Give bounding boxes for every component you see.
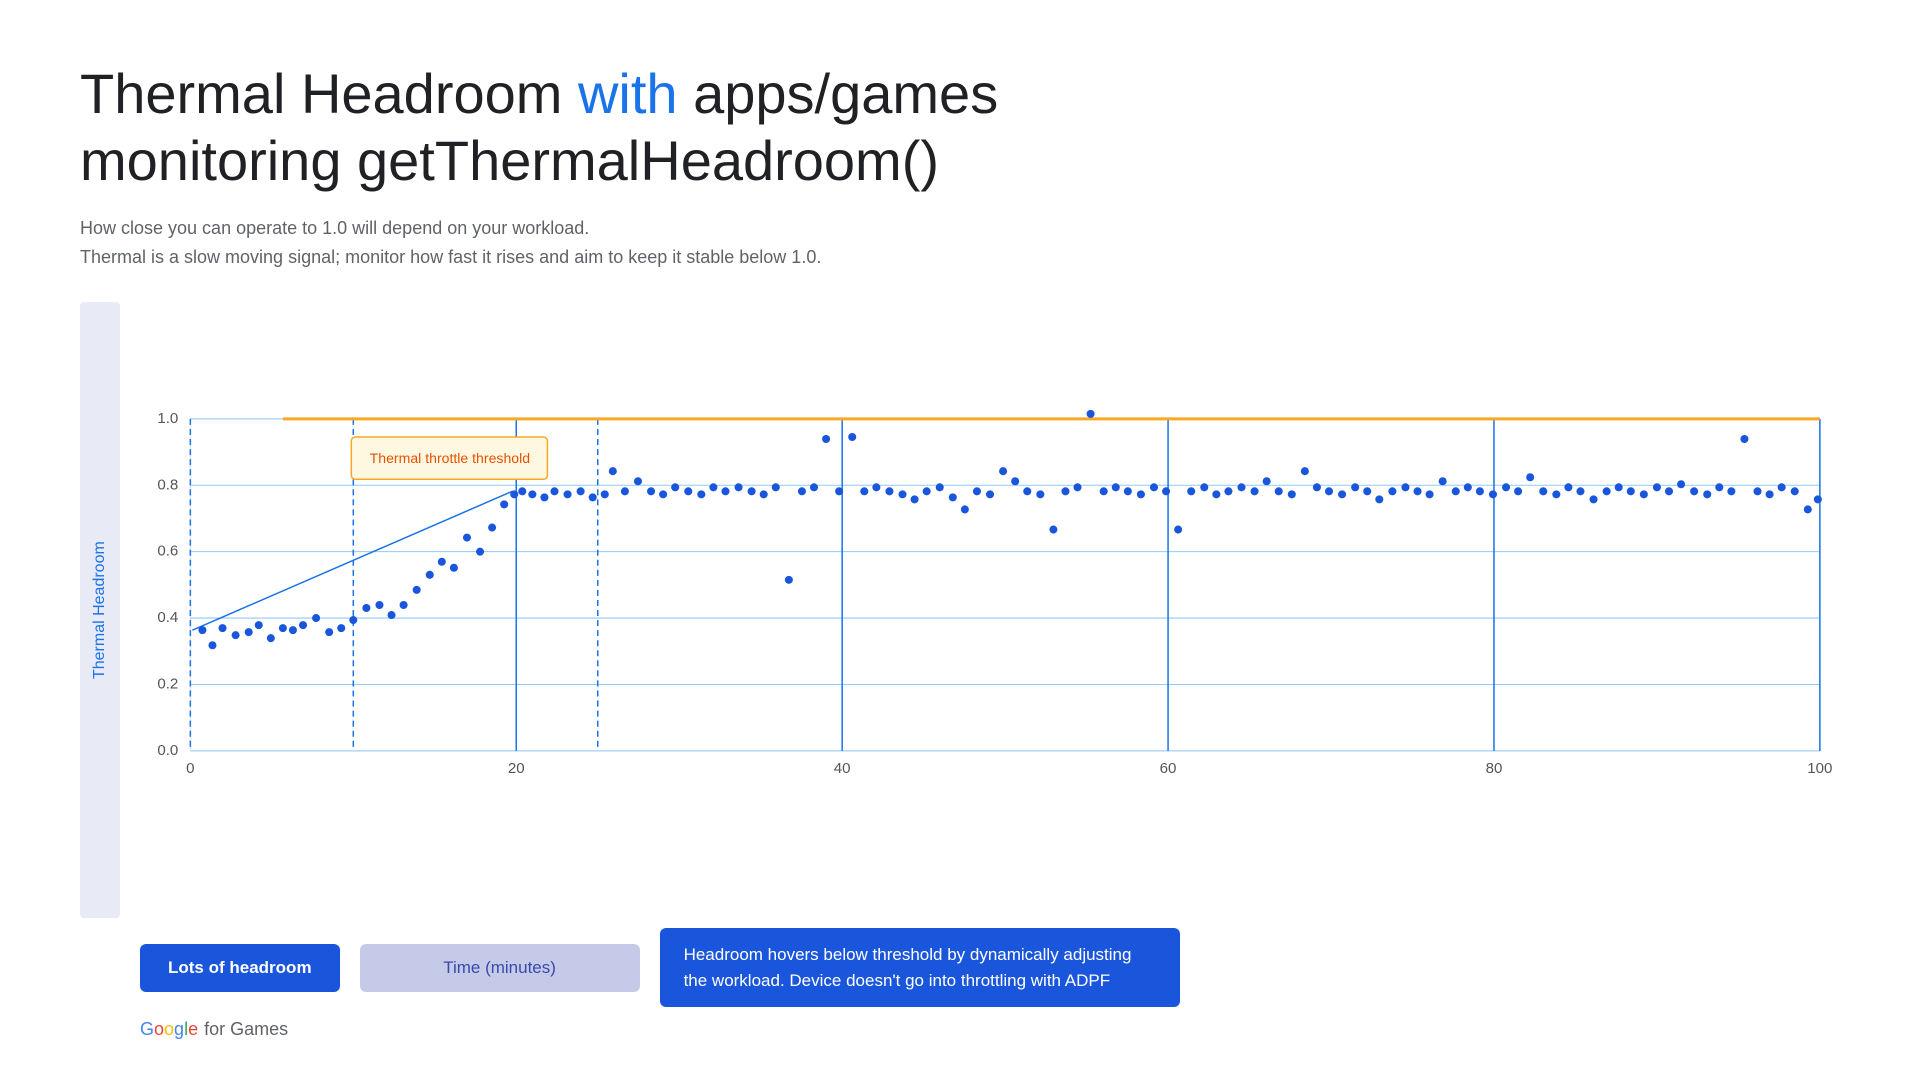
page-title: Thermal Headroom with apps/games monitor… xyxy=(80,60,1840,194)
subtitle-line1: How close you can operate to 1.0 will de… xyxy=(80,214,1840,243)
svg-text:0.6: 0.6 xyxy=(157,543,178,560)
title-part2: apps/games xyxy=(678,62,999,125)
title-part1: Thermal Headroom xyxy=(80,62,578,125)
svg-text:60: 60 xyxy=(1160,760,1177,777)
subtitle: How close you can operate to 1.0 will de… xyxy=(80,214,1840,272)
svg-text:20: 20 xyxy=(508,760,525,777)
chart-wrapper: Thermal Headroom xyxy=(80,302,1840,918)
google-text: Google xyxy=(140,1019,198,1040)
svg-text:0.4: 0.4 xyxy=(157,609,178,626)
svg-text:80: 80 xyxy=(1486,760,1503,777)
svg-text:40: 40 xyxy=(834,760,851,777)
chart-svg: 1.0 0.8 0.6 0.4 0.2 0.0 0 20 40 60 80 10… xyxy=(130,302,1840,918)
svg-text:Thermal throttle threshold: Thermal throttle threshold xyxy=(370,450,530,466)
time-minutes-label: Time (minutes) xyxy=(360,944,640,992)
title-line2: monitoring getThermalHeadroom() xyxy=(80,129,939,192)
svg-text:1.0: 1.0 xyxy=(157,410,178,427)
lots-headroom-label: Lots of headroom xyxy=(140,944,340,992)
svg-text:0: 0 xyxy=(186,760,194,777)
for-games-text: for Games xyxy=(204,1019,288,1040)
google-logo: Google for Games xyxy=(80,1019,1840,1040)
svg-text:100: 100 xyxy=(1807,760,1832,777)
headroom-desc-label: Headroom hovers below threshold by dynam… xyxy=(660,928,1180,1007)
chart-inner: 1.0 0.8 0.6 0.4 0.2 0.0 0 20 40 60 80 10… xyxy=(130,302,1840,918)
page-container: Thermal Headroom with apps/games monitor… xyxy=(0,0,1920,1080)
y-axis-label: Thermal Headroom xyxy=(80,302,120,918)
svg-text:0.8: 0.8 xyxy=(157,476,178,493)
svg-text:0.0: 0.0 xyxy=(157,742,178,759)
svg-text:0.2: 0.2 xyxy=(157,675,178,692)
subtitle-line2: Thermal is a slow moving signal; monitor… xyxy=(80,243,1840,272)
bottom-section: Lots of headroom Time (minutes) Headroom… xyxy=(80,928,1840,1007)
chart-area: Thermal Headroom xyxy=(80,302,1840,1040)
title-highlight: with xyxy=(578,62,678,125)
